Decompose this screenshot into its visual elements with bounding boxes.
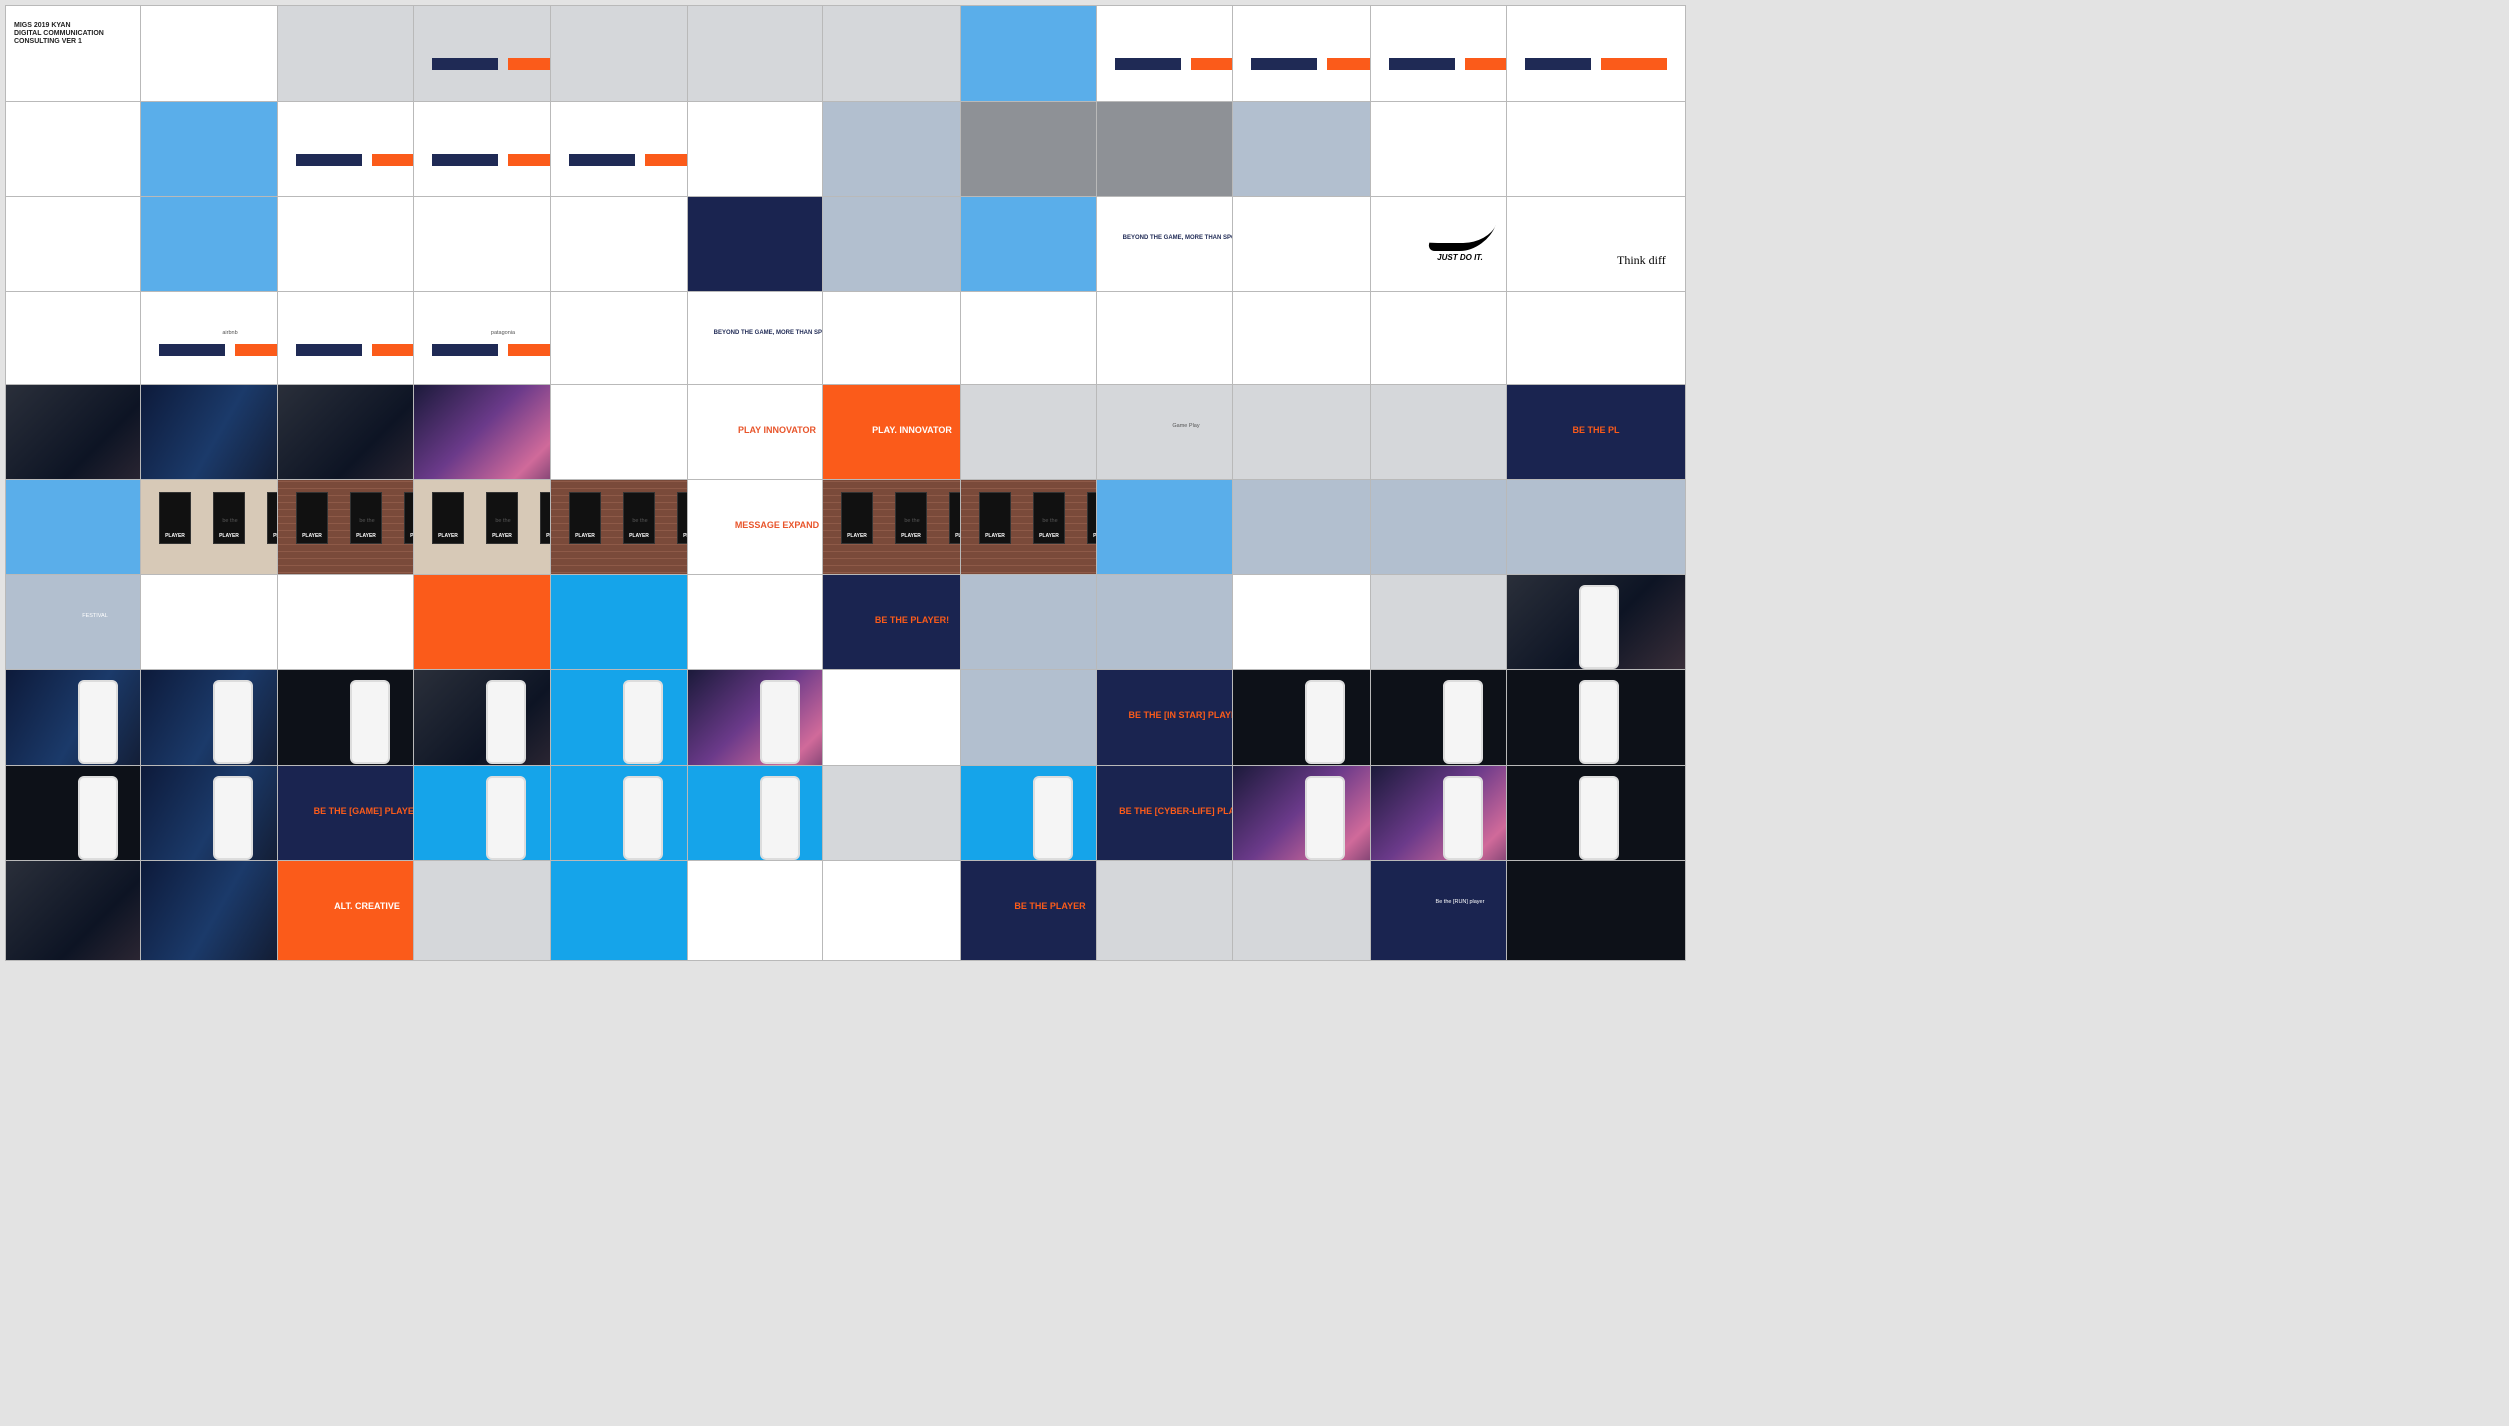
slide-text: MIGS 2019 KYAN DIGITAL COMMUNICATION CON… <box>14 22 104 45</box>
slide-text: BE THE PL <box>1572 425 1620 435</box>
phone-mockup <box>78 776 118 860</box>
slide-thumbnail[interactable] <box>1506 574 1686 675</box>
phone-mockup <box>1033 776 1073 860</box>
slide-thumbnail[interactable]: BE THE PL <box>1506 384 1686 485</box>
phone-mockup <box>350 680 390 764</box>
phone-mockup <box>760 680 800 764</box>
phone-mockup <box>1443 776 1483 860</box>
comparison-boxes <box>1525 58 1667 70</box>
phone-mockup <box>1579 585 1619 669</box>
slide-text: Think diff <box>1617 253 1666 267</box>
phone-mockup <box>1305 776 1345 860</box>
phone-mockup <box>1579 776 1619 860</box>
phone-mockup <box>486 776 526 860</box>
slide-thumbnail[interactable] <box>1506 860 1686 961</box>
phone-mockup <box>213 776 253 860</box>
phone-mockup <box>623 776 663 860</box>
phone-mockup <box>623 680 663 764</box>
phone-mockup <box>213 680 253 764</box>
phone-mockup <box>486 680 526 764</box>
phone-mockup <box>78 680 118 764</box>
slide-thumbnail[interactable] <box>1506 101 1686 202</box>
slide-thumbnail[interactable]: Think diff <box>1506 196 1686 297</box>
slide-thumbnail[interactable] <box>1506 765 1686 866</box>
slide-thumbnail[interactable] <box>1506 291 1686 392</box>
phone-mockup <box>1443 680 1483 764</box>
phone-mockup <box>1579 680 1619 764</box>
swoosh-logo <box>1426 225 1496 251</box>
phone-mockup <box>760 776 800 860</box>
slide-thumbnail[interactable] <box>1506 479 1686 580</box>
phone-mockup <box>1305 680 1345 764</box>
slide-thumbnail[interactable] <box>1506 669 1686 770</box>
slide-thumbnail[interactable] <box>1506 5 1686 106</box>
